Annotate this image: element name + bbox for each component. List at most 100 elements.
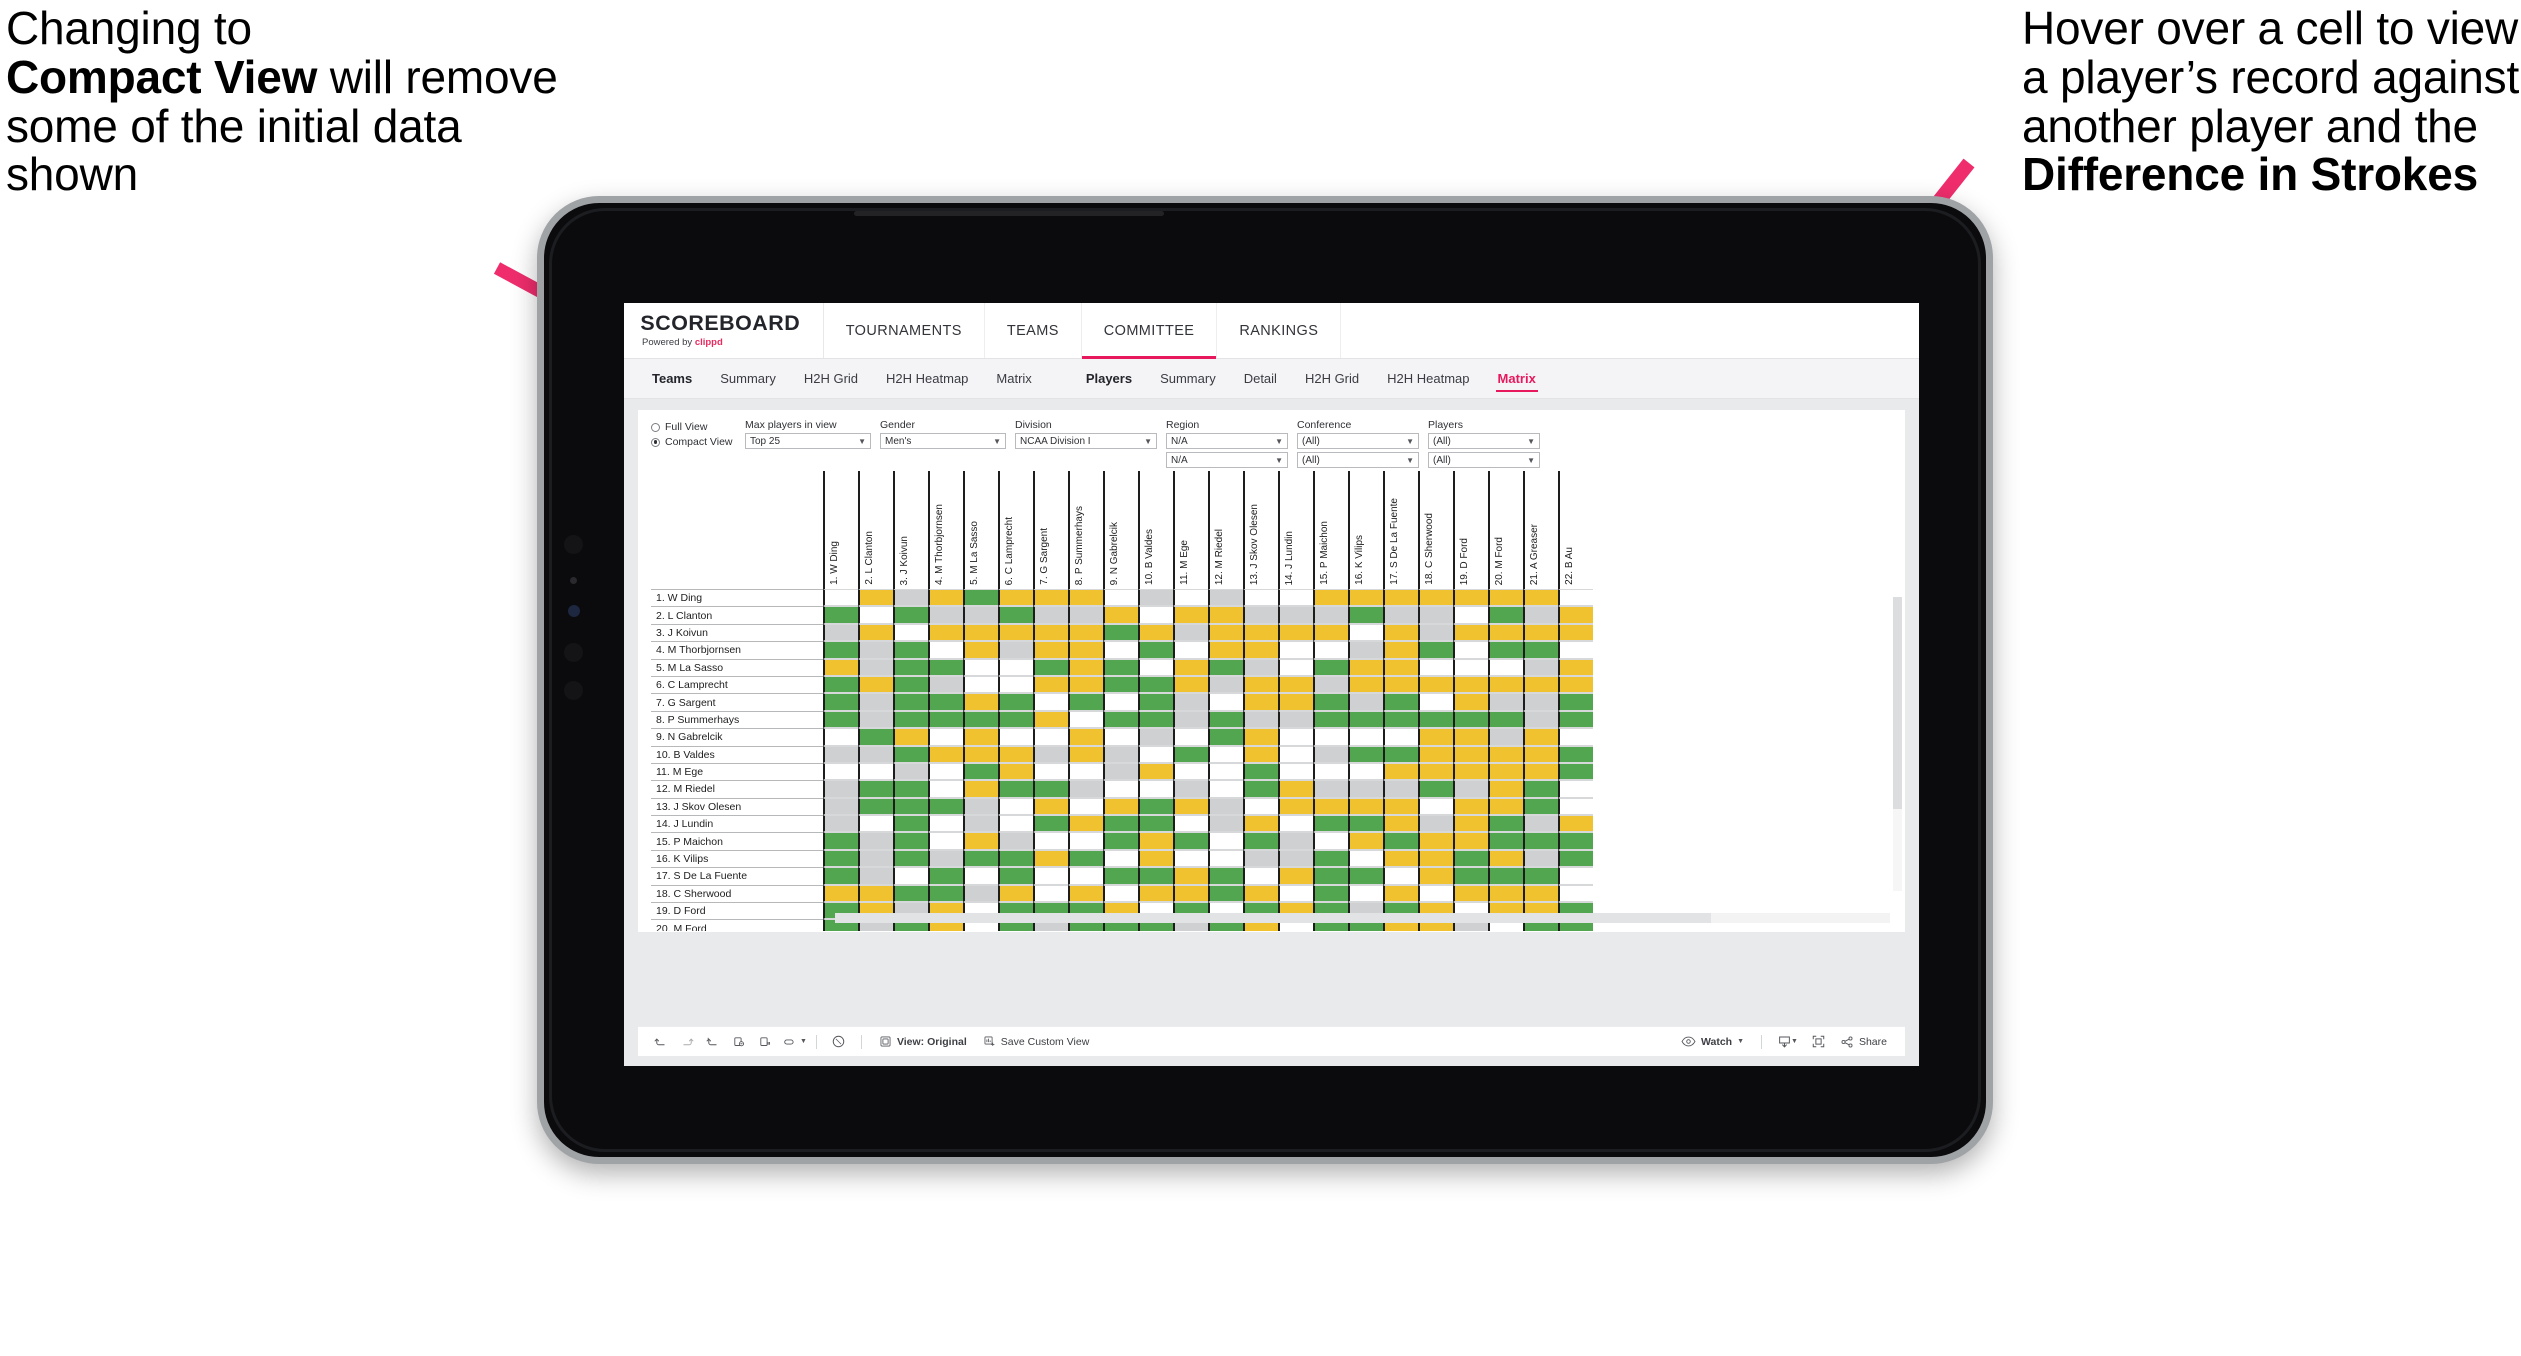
matrix-cell[interactable] — [1488, 815, 1523, 833]
matrix-row-label[interactable]: 19. D Ford — [651, 902, 823, 920]
matrix-cell[interactable] — [893, 884, 928, 903]
matrix-cell[interactable] — [1068, 780, 1103, 798]
matrix-cell[interactable] — [823, 675, 858, 694]
matrix-cell[interactable] — [893, 589, 928, 607]
matrix-row-label[interactable]: 3. J Koivun — [651, 623, 823, 642]
matrix-cell[interactable] — [998, 728, 1033, 746]
matrix-cell[interactable] — [1453, 728, 1488, 746]
matrix-cell[interactable] — [893, 832, 928, 850]
matrix-cell[interactable] — [1523, 745, 1558, 763]
matrix-cell[interactable] — [1103, 780, 1138, 798]
matrix-cell[interactable] — [998, 797, 1033, 816]
matrix-cell[interactable] — [1278, 745, 1313, 763]
matrix-cell[interactable] — [1523, 675, 1558, 694]
matrix-cell[interactable] — [1348, 675, 1383, 694]
matrix-cell[interactable] — [1348, 623, 1383, 642]
matrix-col-header[interactable]: 1. W Ding — [823, 471, 858, 589]
matrix-cell[interactable] — [1068, 884, 1103, 903]
subnav-item-summary[interactable]: Summary — [706, 365, 790, 392]
radio-icon-compact-view[interactable] — [651, 437, 660, 447]
matrix-cell[interactable] — [998, 815, 1033, 833]
matrix-cell[interactable] — [1103, 623, 1138, 642]
matrix-cell[interactable] — [823, 832, 858, 850]
matrix-cell[interactable] — [1348, 762, 1383, 781]
matrix-cell[interactable] — [1103, 849, 1138, 868]
matrix-col-header[interactable]: 2. L Clanton — [858, 471, 893, 589]
matrix-cell[interactable] — [1208, 589, 1243, 607]
matrix-cell[interactable] — [1558, 641, 1593, 659]
matrix-row-label[interactable]: 16. K Vilips — [651, 849, 823, 868]
matrix-cell[interactable] — [1033, 849, 1068, 868]
matrix-cell[interactable] — [998, 710, 1033, 729]
matrix-cell[interactable] — [823, 849, 858, 868]
matrix-cell[interactable] — [1313, 780, 1348, 798]
matrix-cell[interactable] — [1243, 849, 1278, 868]
matrix-cell[interactable] — [1418, 710, 1453, 729]
matrix-cell[interactable] — [1383, 815, 1418, 833]
matrix-cell[interactable] — [858, 710, 893, 729]
matrix-cell[interactable] — [998, 745, 1033, 763]
matrix-col-header[interactable]: 13. J Skov Olesen — [1243, 471, 1278, 589]
matrix-cell[interactable] — [928, 658, 963, 676]
matrix-cell[interactable] — [1138, 780, 1173, 798]
matrix-cell[interactable] — [1103, 728, 1138, 746]
matrix-cell[interactable] — [1103, 762, 1138, 781]
matrix-cell[interactable] — [1103, 675, 1138, 694]
matrix-row-label[interactable]: 20. M Ford — [651, 919, 823, 931]
matrix-row-label[interactable]: 9. N Gabrelcik — [651, 728, 823, 746]
matrix-cell[interactable] — [1453, 762, 1488, 781]
matrix-cell[interactable] — [1033, 832, 1068, 850]
radio-compact-view[interactable]: Compact View — [651, 436, 745, 448]
matrix-cell[interactable] — [1453, 658, 1488, 676]
matrix-cell[interactable] — [1523, 797, 1558, 816]
matrix-cell[interactable] — [1138, 641, 1173, 659]
matrix-cell[interactable] — [1488, 867, 1523, 885]
topnav-item-teams[interactable]: TEAMS — [985, 303, 1082, 358]
matrix-cell[interactable] — [1523, 780, 1558, 798]
matrix-cell[interactable] — [858, 589, 893, 607]
select-gender[interactable]: Men's ▼ — [880, 433, 1006, 449]
matrix-cell[interactable] — [893, 606, 928, 624]
matrix-row-label[interactable]: 11. M Ege — [651, 762, 823, 781]
matrix-cell[interactable] — [998, 693, 1033, 711]
matrix-cell[interactable] — [1138, 884, 1173, 903]
matrix-row-label[interactable]: 6. C Lamprecht — [651, 675, 823, 694]
matrix-cell[interactable] — [1523, 693, 1558, 711]
matrix-cell[interactable] — [998, 589, 1033, 607]
matrix-cell[interactable] — [1313, 884, 1348, 903]
matrix-cell[interactable] — [1208, 867, 1243, 885]
matrix-cell[interactable] — [1278, 815, 1313, 833]
matrix-cell[interactable] — [963, 867, 998, 885]
matrix-col-header[interactable]: 8. P Summerhays — [1068, 471, 1103, 589]
matrix-cell[interactable] — [1313, 623, 1348, 642]
matrix-cell[interactable] — [1453, 780, 1488, 798]
matrix-cell[interactable] — [1033, 710, 1068, 729]
subnav-item-h2h-grid[interactable]: H2H Grid — [1291, 365, 1373, 392]
subnav-item-matrix[interactable]: Matrix — [982, 365, 1045, 392]
matrix-cell[interactable] — [963, 641, 998, 659]
matrix-cell[interactable] — [1033, 589, 1068, 607]
matrix-col-header[interactable]: 5. M La Sasso — [963, 471, 998, 589]
matrix-cell[interactable] — [893, 762, 928, 781]
matrix-cell[interactable] — [1488, 693, 1523, 711]
matrix-cell[interactable] — [963, 710, 998, 729]
matrix-cell[interactable] — [998, 780, 1033, 798]
matrix-cell[interactable] — [1173, 867, 1208, 885]
matrix-cell[interactable] — [1383, 745, 1418, 763]
matrix-row-label[interactable]: 4. M Thorbjornsen — [651, 641, 823, 659]
matrix-cell[interactable] — [1453, 832, 1488, 850]
matrix-cell[interactable] — [823, 780, 858, 798]
matrix-cell[interactable] — [1173, 641, 1208, 659]
matrix-row-label[interactable]: 15. P Maichon — [651, 832, 823, 850]
matrix-cell[interactable] — [1138, 797, 1173, 816]
matrix-cell[interactable] — [1068, 641, 1103, 659]
subnav-item-h2h-heatmap[interactable]: H2H Heatmap — [872, 365, 982, 392]
matrix-cell[interactable] — [1138, 606, 1173, 624]
matrix-cell[interactable] — [1348, 745, 1383, 763]
matrix-cell[interactable] — [1523, 710, 1558, 729]
matrix-cell[interactable] — [998, 884, 1033, 903]
matrix-cell[interactable] — [1243, 693, 1278, 711]
matrix-cell[interactable] — [1103, 710, 1138, 729]
matrix-cell[interactable] — [1418, 641, 1453, 659]
matrix-cell[interactable] — [1383, 675, 1418, 694]
